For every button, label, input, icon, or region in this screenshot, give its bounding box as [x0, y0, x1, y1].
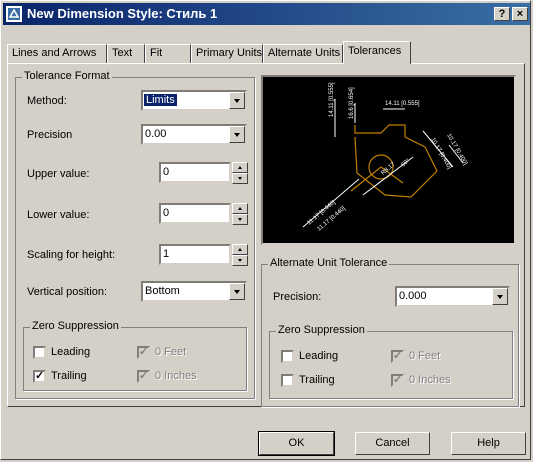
vertical-position-select[interactable]: Bottom [141, 281, 247, 302]
trailing-checkbox[interactable]: ✓ [33, 370, 46, 383]
lower-value-input[interactable]: 0 [159, 203, 231, 224]
alt-feet-checkbox: ✓ [391, 350, 404, 363]
alt-inches-label: 0 Inches [409, 374, 451, 386]
close-button[interactable]: × [512, 7, 528, 21]
alt-precision-select[interactable]: 0.000 [395, 286, 510, 307]
lower-value-spinner[interactable] [232, 203, 248, 225]
chevron-down-icon[interactable] [229, 283, 245, 300]
tab-alternate-units[interactable]: Alternate Units [263, 44, 343, 63]
alternate-unit-tolerance-title: Alternate Unit Tolerance [268, 257, 390, 269]
checkmark-icon: ✓ [393, 350, 403, 362]
preview-drawing: 14.11 [0.555] 16.6 [0.654] 14.11 [0.555]… [302, 82, 468, 233]
vertical-position-value: Bottom [145, 285, 180, 297]
tab-text[interactable]: Text [107, 44, 145, 63]
leading-checkbox[interactable] [33, 346, 46, 359]
method-select[interactable]: Limits [141, 90, 247, 111]
chevron-down-icon[interactable] [492, 288, 508, 305]
preview-label: 14.11 [0.555] [329, 82, 335, 117]
vertical-position-label: Vertical position: [27, 286, 108, 298]
help-button[interactable]: Help [451, 432, 526, 455]
inches-label: 0 Inches [155, 370, 197, 382]
feet-label: 0 Feet [155, 346, 187, 358]
precision-label: Precision [27, 129, 73, 141]
dimension-preview: 14.11 [0.555] 16.6 [0.654] 14.11 [0.555]… [261, 75, 516, 245]
dialog-window: New Dimension Style: Стиль 1 ? × Lines a… [0, 0, 531, 460]
title-bar[interactable]: New Dimension Style: Стиль 1 ? × [3, 3, 530, 25]
alt-zero-suppression-group: Zero Suppression [269, 324, 513, 399]
spin-down-icon[interactable] [232, 173, 248, 184]
app-icon [6, 6, 22, 22]
lower-value-label: Lower value: [27, 209, 90, 221]
feet-checkbox: ✓ [137, 346, 150, 359]
spin-up-icon[interactable] [232, 203, 248, 214]
cancel-button[interactable]: Cancel [355, 432, 430, 455]
alt-trailing-label: Trailing [299, 374, 335, 386]
upper-value-input[interactable]: 0 [159, 162, 231, 183]
trailing-label: Trailing [51, 370, 87, 382]
checkmark-icon: ✓ [139, 370, 149, 382]
upper-value-label: Upper value: [27, 168, 90, 180]
precision-select[interactable]: 0.00 [141, 124, 247, 145]
upper-value-value: 0 [163, 166, 170, 178]
lower-value-value: 0 [163, 207, 170, 219]
ok-button[interactable]: OK [258, 431, 335, 456]
spin-up-icon[interactable] [232, 244, 248, 255]
upper-value-spinner[interactable] [232, 162, 248, 184]
method-label: Method: [27, 95, 67, 107]
alt-feet-label: 0 Feet [409, 350, 441, 362]
checkmark-icon: ✓ [35, 370, 45, 382]
spin-down-icon[interactable] [232, 255, 248, 266]
spin-down-icon[interactable] [232, 214, 248, 225]
scaling-input[interactable]: 1 [159, 244, 231, 265]
window-title: New Dimension Style: Стиль 1 [27, 6, 218, 21]
alt-leading-checkbox[interactable] [281, 350, 294, 363]
chevron-down-icon[interactable] [229, 92, 245, 109]
tab-lines-and-arrows[interactable]: Lines and Arrows [7, 44, 107, 63]
preview-label: 16.6 [0.654] [349, 87, 355, 119]
preview-label: R8.17 [380, 161, 397, 176]
checkmark-icon: ✓ [139, 346, 149, 358]
spin-up-icon[interactable] [232, 162, 248, 173]
preview-label: 14.11 [0.555] [385, 101, 420, 107]
leading-label: Leading [51, 346, 91, 358]
alt-zero-suppression-title: Zero Suppression [276, 324, 367, 336]
help-title-button[interactable]: ? [494, 7, 510, 21]
scaling-spinner[interactable] [232, 244, 248, 266]
scaling-value: 1 [163, 248, 170, 260]
alt-precision-value: 0.000 [399, 290, 427, 302]
precision-value: 0.00 [145, 128, 167, 140]
zero-suppression-title: Zero Suppression [30, 320, 121, 332]
scaling-label: Scaling for height: [27, 249, 116, 261]
alt-precision-label: Precision: [273, 291, 322, 303]
tab-fit[interactable]: Fit [145, 44, 191, 63]
checkmark-icon: ✓ [393, 374, 403, 386]
tab-primary-units[interactable]: Primary Units [191, 44, 263, 63]
method-value: Limits [144, 94, 177, 106]
alt-trailing-checkbox[interactable] [281, 374, 294, 387]
inches-checkbox: ✓ [137, 370, 150, 383]
preview-geometry [350, 124, 438, 198]
chevron-down-icon[interactable] [229, 126, 245, 143]
alt-inches-checkbox: ✓ [391, 374, 404, 387]
preview-label: 10.17 [0.400] [429, 137, 452, 171]
alt-leading-label: Leading [299, 350, 339, 362]
tab-tolerances[interactable]: Tolerances [343, 41, 411, 64]
tolerance-format-title: Tolerance Format [22, 70, 112, 82]
